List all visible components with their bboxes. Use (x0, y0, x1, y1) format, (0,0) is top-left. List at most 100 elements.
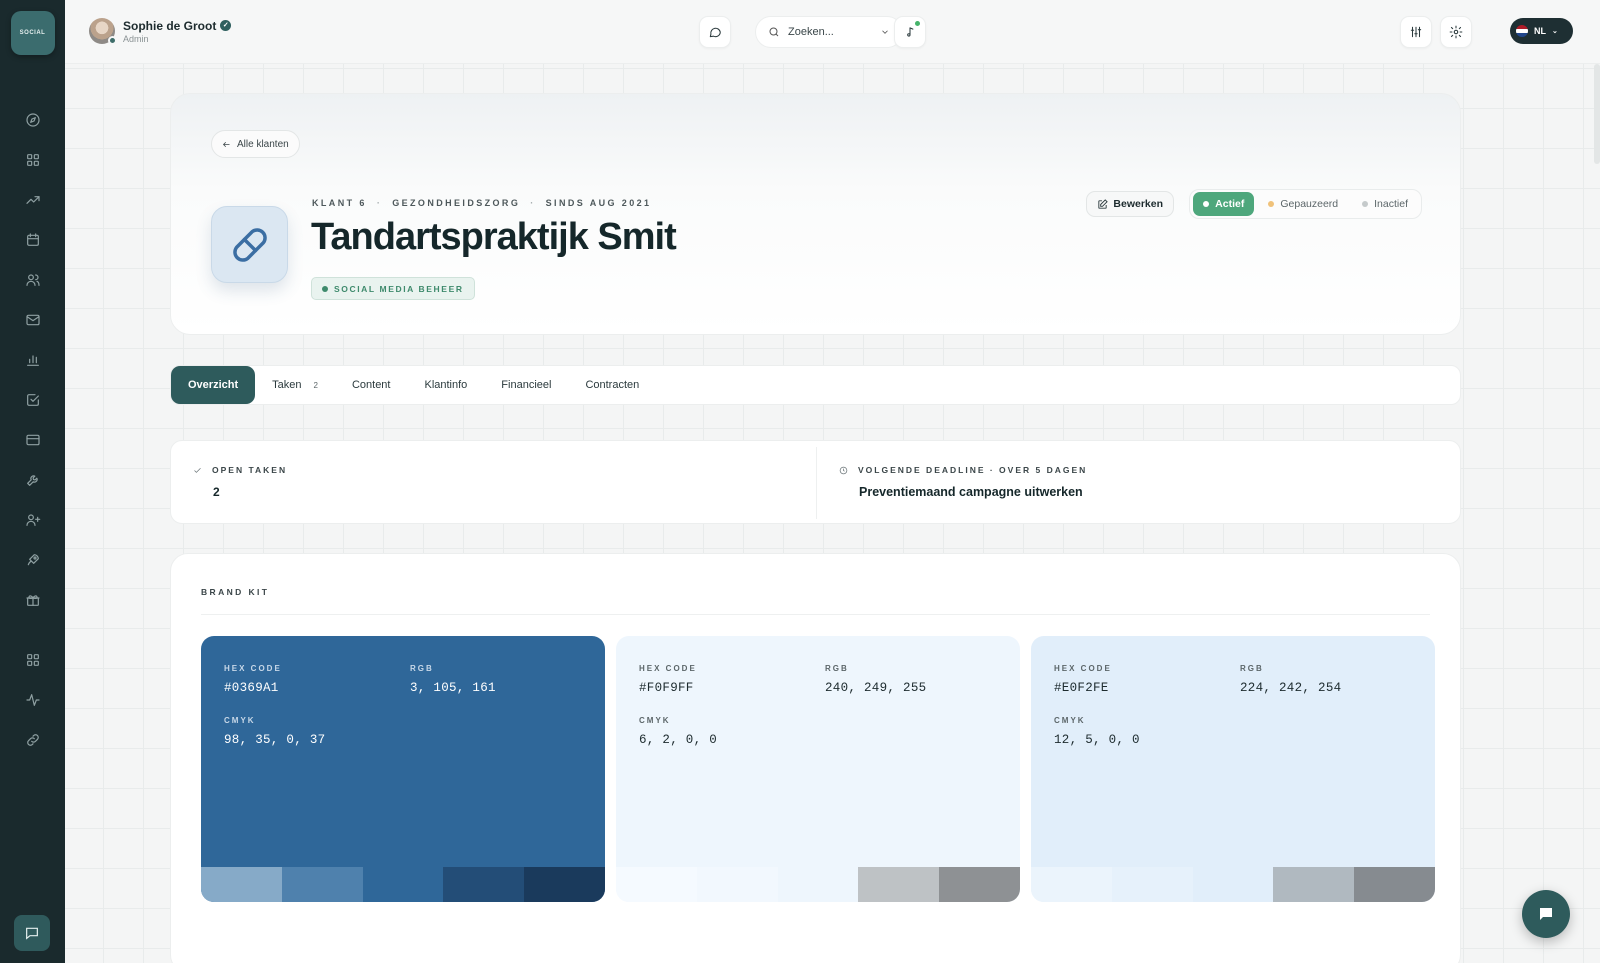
sidebar-item-clients[interactable] (13, 260, 53, 300)
sidebar-item-tools[interactable] (13, 460, 53, 500)
hex-code-value[interactable]: #E0F2FE (1054, 681, 1112, 695)
hex-code-value[interactable]: #0369A1 (224, 681, 282, 695)
messages-button[interactable] (699, 16, 731, 48)
sidebar-item-apps[interactable] (13, 640, 53, 680)
brand-kit-title: BRAND KIT (201, 587, 270, 597)
open-tasks-stat[interactable]: OPEN TAKEN 2 (193, 465, 287, 499)
status-paused[interactable]: Gepauzeerd (1258, 192, 1348, 216)
settings-button[interactable] (1440, 16, 1472, 48)
app-logo[interactable]: SOCIAL (10, 11, 55, 55)
sidebar-item-activity[interactable] (13, 680, 53, 720)
cmyk-label: CMYK (639, 716, 671, 725)
tab-content[interactable]: Content (335, 366, 408, 404)
notification-dot (915, 21, 920, 26)
pill-icon (232, 227, 267, 262)
bar-chart-icon (26, 355, 39, 366)
chat-fab-button[interactable] (1522, 890, 1570, 938)
tint-swatch[interactable] (939, 867, 1020, 902)
tint-swatch[interactable] (443, 867, 525, 902)
sidebar-item-rewards[interactable] (13, 580, 53, 620)
topbar: Sophie de Groot ✓ Admin Zoeken... NL ⌄ (65, 0, 1600, 64)
status-active[interactable]: Actief (1193, 192, 1255, 216)
hex-code-value[interactable]: #F0F9FF (639, 681, 697, 695)
status-inactive[interactable]: Inactief (1352, 192, 1418, 216)
sidebar-item-mail[interactable] (13, 300, 53, 340)
gear-icon (1449, 25, 1463, 39)
tint-swatch[interactable] (201, 867, 282, 902)
tint-swatch[interactable] (1354, 867, 1435, 902)
rgb-field: RGB 3, 105, 161 (410, 664, 496, 695)
trending-icon (25, 196, 40, 204)
scrollbar[interactable] (1594, 64, 1600, 164)
search-placeholder: Zoeken... (788, 26, 834, 38)
cmyk-label: CMYK (1054, 716, 1086, 725)
tab-overzicht[interactable]: Overzicht (171, 366, 256, 404)
language-label: NL (1534, 26, 1546, 36)
status-label: Gepauzeerd (1280, 198, 1339, 210)
tint-swatch[interactable] (777, 867, 859, 902)
search-input[interactable]: Zoeken... (755, 16, 903, 48)
rgb-value[interactable]: 240, 249, 255 (825, 681, 926, 695)
tint-swatch[interactable] (1031, 867, 1112, 902)
tint-swatch[interactable] (1273, 867, 1355, 902)
filters-button[interactable] (1400, 16, 1432, 48)
tab-taken[interactable]: Taken 2 (255, 366, 335, 404)
tab-financieel[interactable]: Financieel (484, 366, 568, 404)
activity-icon (25, 694, 40, 706)
tab-klantinfo[interactable]: Klantinfo (407, 366, 484, 404)
sidebar-item-links[interactable] (13, 720, 53, 760)
edit-button[interactable]: Bewerken (1086, 191, 1174, 217)
status-dot (1268, 201, 1275, 207)
language-selector[interactable]: NL ⌄ (1510, 18, 1573, 44)
sidebar-item-tasks[interactable] (13, 380, 53, 420)
badge-dot (322, 285, 328, 292)
cmyk-field: CMYK 6, 2, 0, 0 (639, 716, 717, 747)
mail-icon (25, 314, 40, 326)
tint-swatch[interactable] (281, 867, 363, 902)
sidebar-item-explore[interactable] (13, 100, 53, 140)
sidebar-item-billing[interactable] (13, 420, 53, 460)
sidebar-item-team[interactable] (13, 500, 53, 540)
tint-swatch[interactable] (858, 867, 940, 902)
gift-icon (25, 595, 40, 606)
sidebar-item-analytics[interactable] (13, 340, 53, 380)
tab-label: Overzicht (188, 379, 239, 391)
cmyk-value[interactable]: 6, 2, 0, 0 (639, 733, 717, 747)
client-since: SINDS AUG 2021 (545, 198, 652, 208)
rgb-value[interactable]: 224, 242, 254 (1240, 681, 1341, 695)
color-swatch[interactable]: HEX CODE #E0F2FE RGB 224, 242, 254 CMYK 12, 5… (1031, 636, 1435, 902)
nl-flag-icon (1516, 25, 1528, 37)
online-indicator (108, 36, 117, 45)
sidebar-item-calendar[interactable] (13, 220, 53, 260)
status-dot (1362, 201, 1369, 207)
user-profile[interactable]: Sophie de Groot ✓ Admin (89, 18, 232, 45)
color-swatch[interactable]: HEX CODE #0369A1 RGB 3, 105, 161 CMYK 98, 35,… (201, 636, 605, 902)
music-button[interactable] (894, 16, 926, 48)
stat-label: OPEN TAKEN (193, 465, 287, 475)
tint-swatch[interactable] (524, 867, 605, 902)
sliders-icon (1410, 26, 1422, 38)
client-header-card: Alle klanten KLANT 6 · GEZONDHEIDSZORG ·… (170, 93, 1461, 335)
rgb-value[interactable]: 3, 105, 161 (410, 681, 496, 695)
back-to-clients-button[interactable]: Alle klanten (211, 130, 300, 158)
tab-contracten[interactable]: Contracten (568, 366, 656, 404)
color-swatch[interactable]: HEX CODE #F0F9FF RGB 240, 249, 255 CMYK 6, 2,… (616, 636, 1020, 902)
cmyk-value[interactable]: 98, 35, 0, 37 (224, 733, 325, 747)
sidebar-item-launch[interactable] (13, 540, 53, 580)
chat-icon (1540, 908, 1552, 920)
sidebar-chat-button[interactable] (14, 915, 50, 951)
next-deadline-stat[interactable]: VOLGENDE DEADLINE · OVER 5 DAGEN Prevent… (839, 465, 1087, 499)
tint-swatch[interactable] (1111, 867, 1193, 902)
tint-swatch[interactable] (362, 867, 444, 902)
sidebar-item-growth[interactable] (13, 180, 53, 220)
meta-separator: · (530, 198, 536, 208)
main-content: Sophie de Groot ✓ Admin Zoeken... NL ⌄ A… (65, 0, 1600, 963)
tint-swatch[interactable] (696, 867, 778, 902)
stat-label: VOLGENDE DEADLINE · OVER 5 DAGEN (839, 465, 1087, 475)
cmyk-value[interactable]: 12, 5, 0, 0 (1054, 733, 1140, 747)
hex-code-label: HEX CODE (1054, 664, 1112, 673)
sidebar-item-dashboard[interactable] (13, 140, 53, 180)
tint-swatch[interactable] (616, 867, 697, 902)
tab-label: Contracten (585, 379, 640, 391)
tint-swatch[interactable] (1192, 867, 1274, 902)
